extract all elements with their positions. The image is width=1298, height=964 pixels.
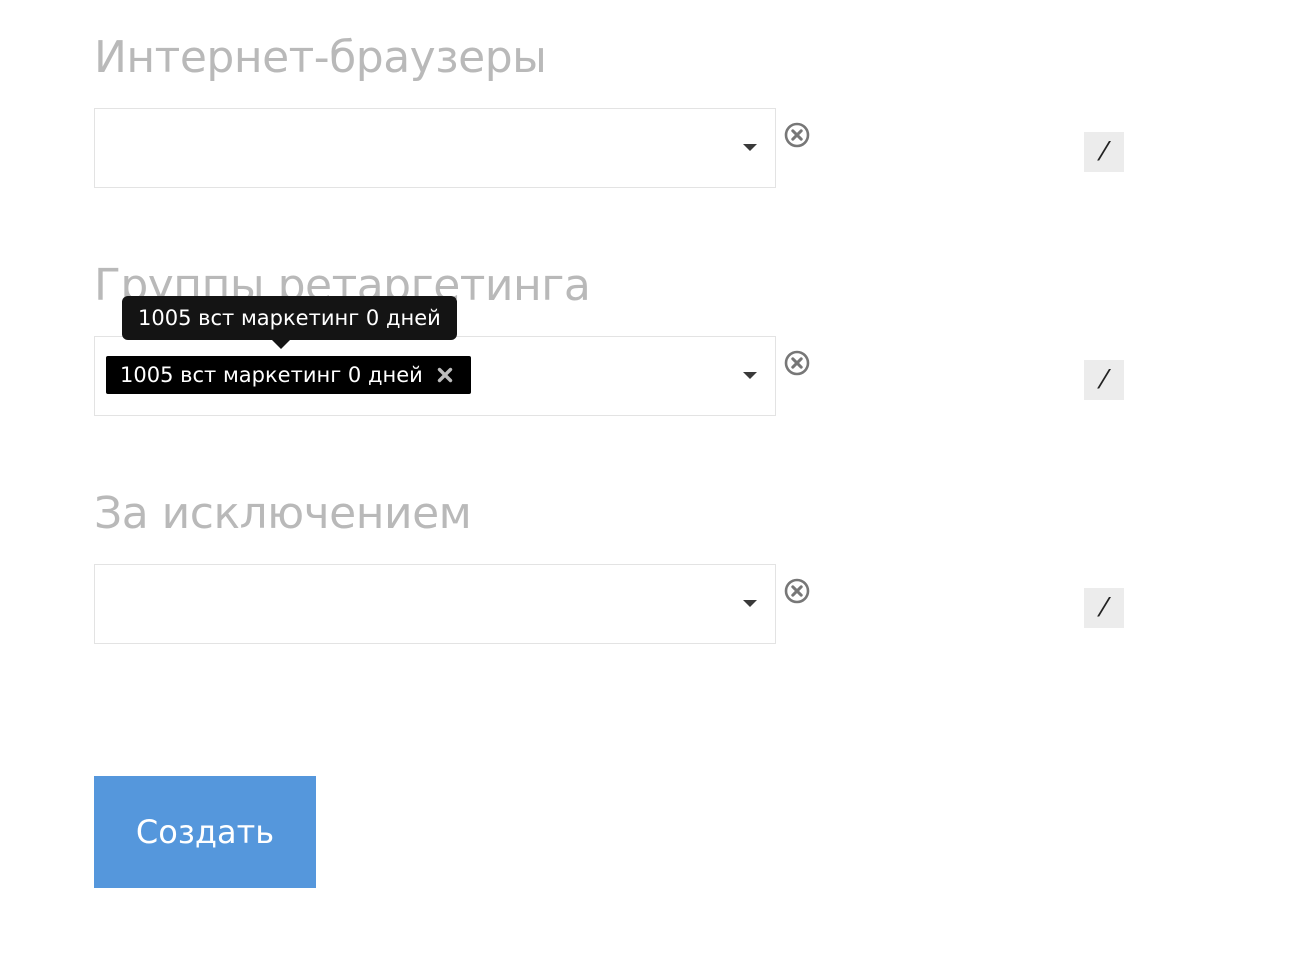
chevron-down-icon[interactable] xyxy=(743,372,757,379)
retargeting-groups-edit-button[interactable]: ⁄ xyxy=(1084,360,1124,400)
tooltip-arrow xyxy=(272,340,290,349)
selected-tag: 1005 вст маркетинг 0 дней xyxy=(106,356,471,394)
browsers-clear-icon[interactable] xyxy=(784,122,810,148)
exclusions-title: За исключением xyxy=(94,488,472,539)
retargeting-groups-clear-icon[interactable] xyxy=(784,350,810,376)
remove-x-icon[interactable] xyxy=(437,367,453,383)
exclusions-edit-button[interactable]: ⁄ xyxy=(1084,588,1124,628)
exclusions-clear-icon[interactable] xyxy=(784,578,810,604)
browsers-title: Интернет-браузеры xyxy=(94,32,547,83)
chevron-down-icon[interactable] xyxy=(743,144,757,151)
selected-tag-label: 1005 вст маркетинг 0 дней xyxy=(120,363,423,387)
tag-tooltip: 1005 вст маркетинг 0 дней xyxy=(122,296,457,349)
tooltip-text: 1005 вст маркетинг 0 дней xyxy=(138,306,441,330)
create-button[interactable]: Создать xyxy=(94,776,316,888)
exclusions-select[interactable] xyxy=(94,564,776,644)
chevron-down-icon[interactable] xyxy=(743,600,757,607)
browsers-select[interactable] xyxy=(94,108,776,188)
browsers-edit-button[interactable]: ⁄ xyxy=(1084,132,1124,172)
targeting-form: Интернет-браузеры ⁄ Группы ретаргетинга … xyxy=(0,0,1298,964)
retargeting-groups-select[interactable]: 1005 вст маркетинг 0 дней xyxy=(94,336,776,416)
